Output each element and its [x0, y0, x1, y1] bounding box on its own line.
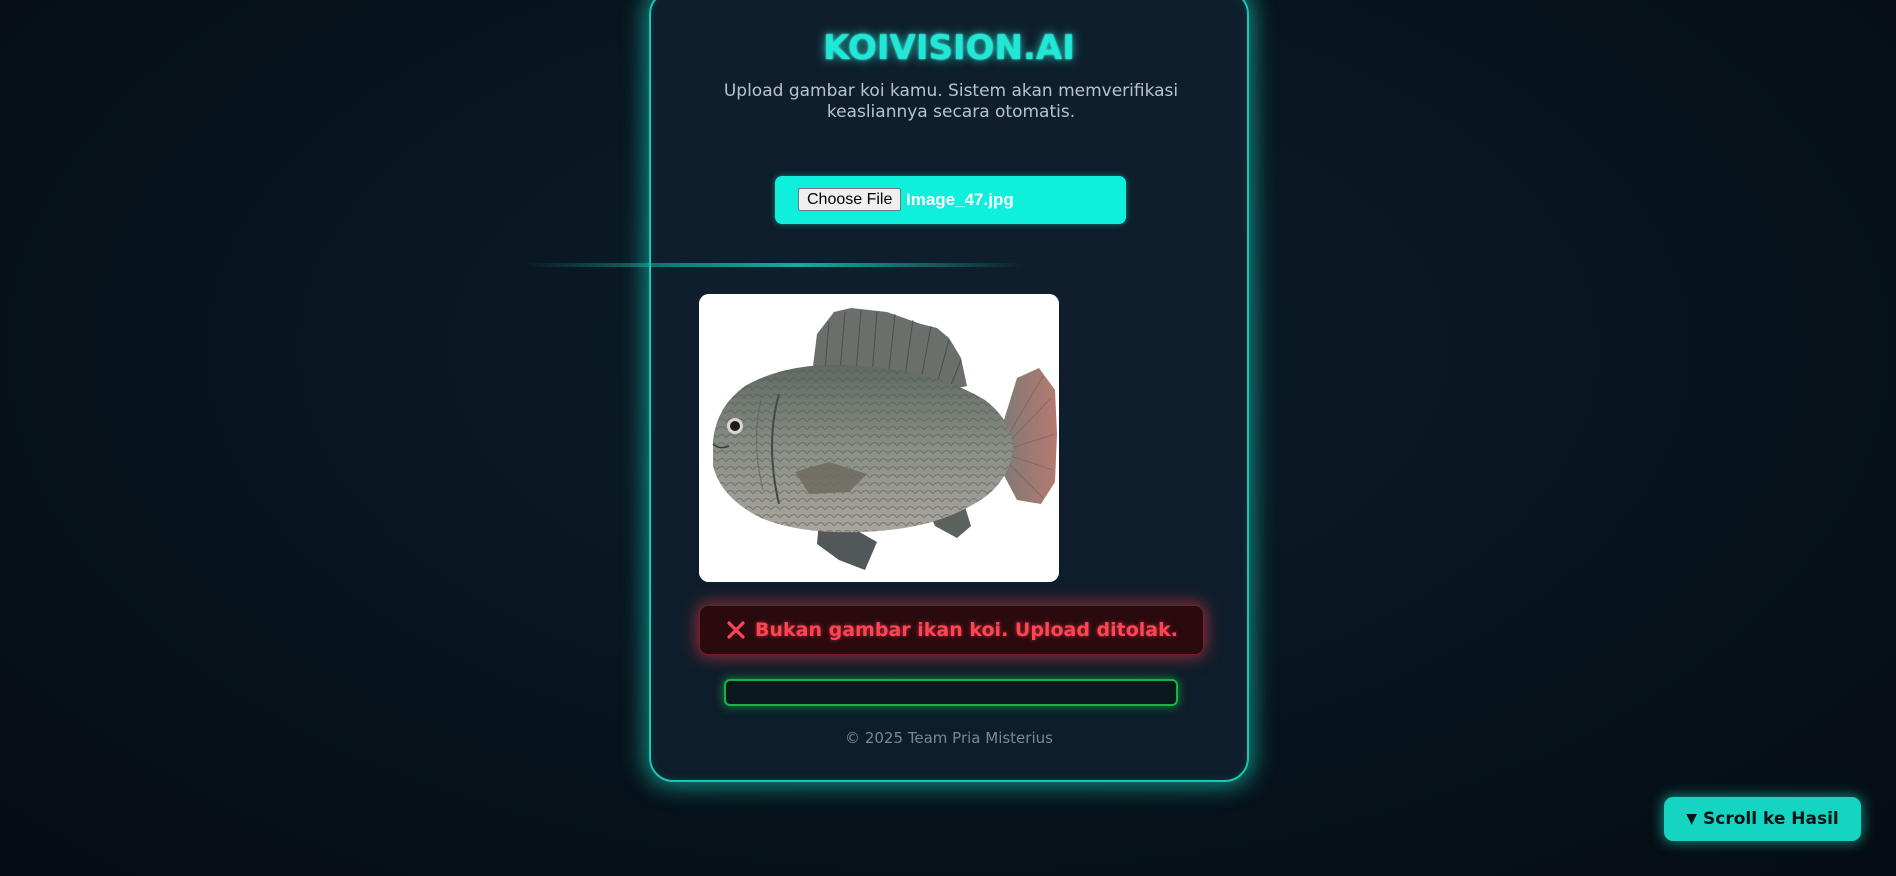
app-subtitle: Upload gambar koi kamu. Sistem akan memv… [723, 81, 1179, 122]
result-box [724, 679, 1178, 706]
cross-icon [727, 621, 745, 639]
selected-file-name: Image_47.jpg [906, 190, 1014, 209]
divider-line [524, 263, 1024, 267]
error-alert: Bukan gambar ikan koi. Upload ditolak. [699, 605, 1204, 655]
image-preview [699, 294, 1059, 582]
fish-image [699, 294, 1059, 582]
error-message: Bukan gambar ikan koi. Upload ditolak. [755, 619, 1178, 641]
scroll-button-label: Scroll ke Hasil [1703, 809, 1839, 829]
footer-credit: © 2025 Team Pria Misterius [845, 729, 1053, 747]
file-upload-box[interactable]: Choose File Image_47.jpg [775, 176, 1126, 224]
triangle-down-icon: ▼ [1686, 811, 1698, 827]
main-card: KOIVISION.AI Upload gambar koi kamu. Sis… [649, 0, 1249, 782]
choose-file-button[interactable]: Choose File [798, 188, 902, 211]
app-title: KOIVISION.AI [823, 28, 1075, 68]
scroll-to-result-button[interactable]: ▼ Scroll ke Hasil [1664, 797, 1861, 841]
